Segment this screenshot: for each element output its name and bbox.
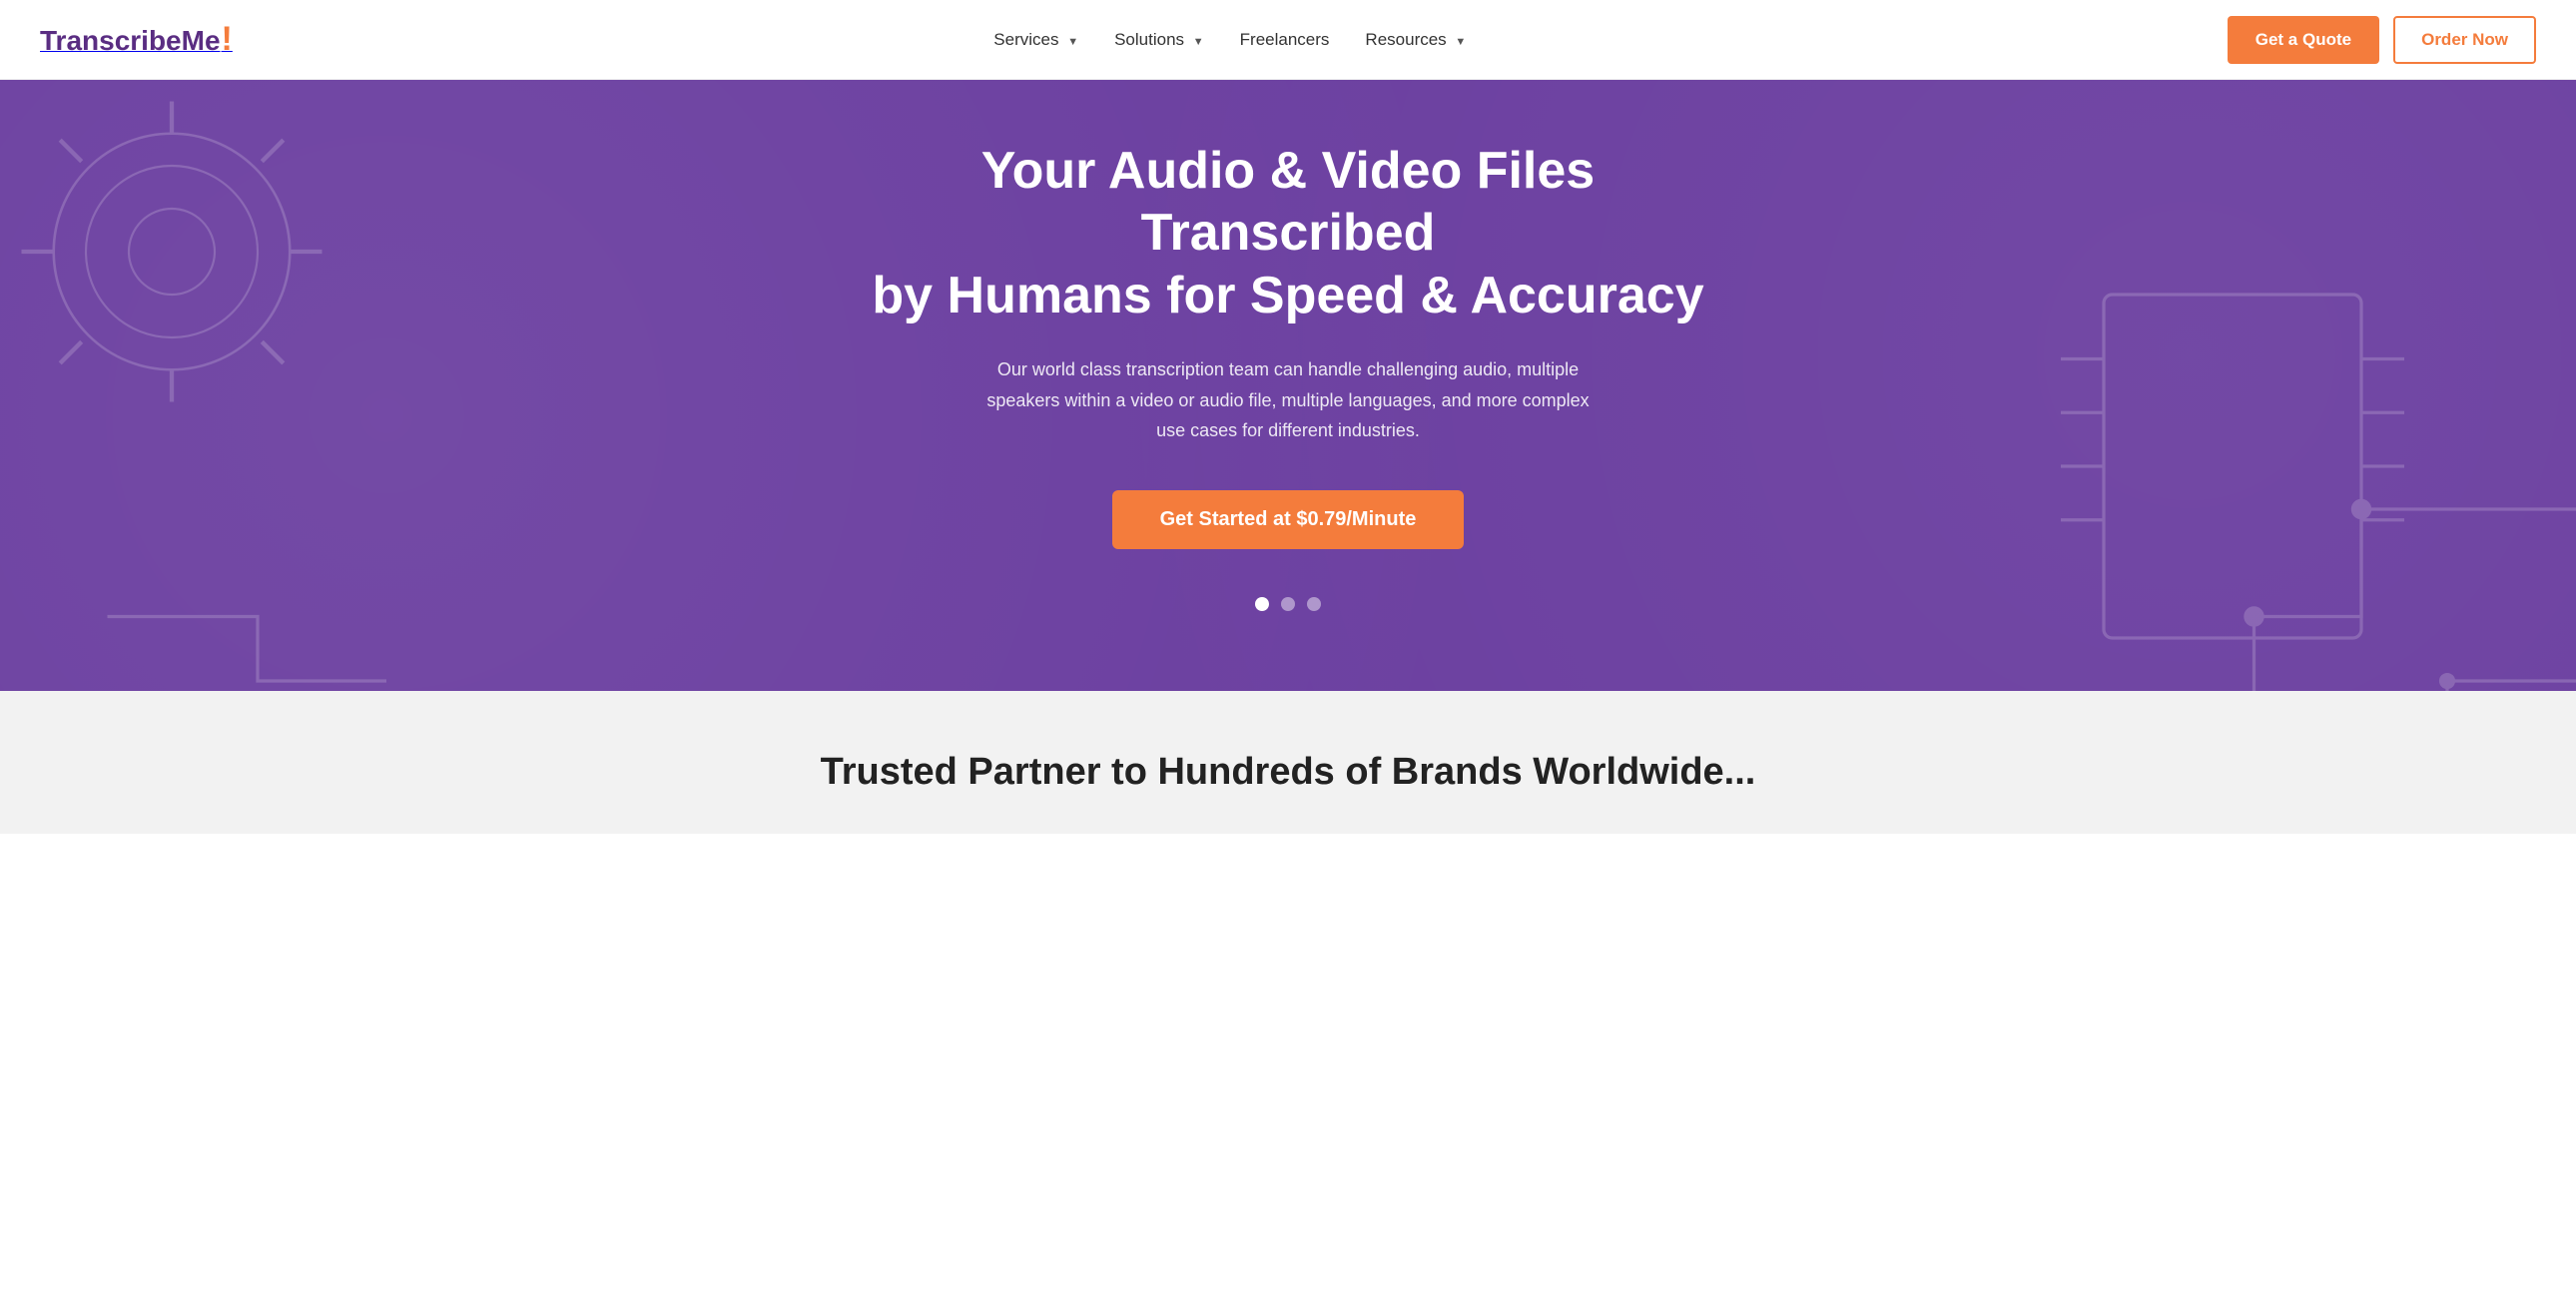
hero-carousel-dots — [1255, 597, 1321, 611]
nav-item-freelancers[interactable]: Freelancers — [1240, 30, 1330, 50]
nav-item-resources[interactable]: Resources ▼ — [1365, 30, 1466, 50]
nav-item-services[interactable]: Services ▼ — [993, 30, 1078, 50]
logo-exclaim: ! — [222, 20, 233, 58]
hero-heading: Your Audio & Video Files Transcribed by … — [859, 140, 1717, 326]
nav-links: Services ▼ Solutions ▼ Freelancers Resou… — [993, 30, 1466, 50]
carousel-dot-3[interactable] — [1307, 597, 1321, 611]
hero-section: Your Audio & Video Files Transcribed by … — [0, 80, 2576, 691]
nav-link-services[interactable]: Services ▼ — [993, 30, 1078, 49]
logo-text: TranscribeMe — [40, 25, 221, 56]
chevron-down-icon: ▼ — [1455, 36, 1466, 48]
hero-cta-button[interactable]: Get Started at $0.79/Minute — [1112, 490, 1465, 549]
trusted-section: Trusted Partner to Hundreds of Brands Wo… — [0, 691, 2576, 834]
chevron-down-icon: ▼ — [1067, 36, 1078, 48]
nav-link-freelancers[interactable]: Freelancers — [1240, 30, 1330, 49]
nav-link-resources[interactable]: Resources ▼ — [1365, 30, 1466, 49]
navbar: TranscribeMe! Services ▼ Solutions ▼ Fre… — [0, 0, 2576, 80]
carousel-dot-2[interactable] — [1281, 597, 1295, 611]
logo[interactable]: TranscribeMe! — [40, 22, 233, 57]
carousel-dot-1[interactable] — [1255, 597, 1269, 611]
nav-buttons: Get a Quote Order Now — [2228, 16, 2536, 64]
nav-link-solutions[interactable]: Solutions ▼ — [1114, 30, 1204, 49]
chevron-down-icon: ▼ — [1193, 36, 1204, 48]
nav-item-solutions[interactable]: Solutions ▼ — [1114, 30, 1204, 50]
hero-subtext: Our world class transcription team can h… — [978, 354, 1598, 446]
trusted-heading: Trusted Partner to Hundreds of Brands Wo… — [40, 751, 2536, 794]
get-quote-button[interactable]: Get a Quote — [2228, 16, 2379, 64]
order-now-button[interactable]: Order Now — [2393, 16, 2536, 64]
